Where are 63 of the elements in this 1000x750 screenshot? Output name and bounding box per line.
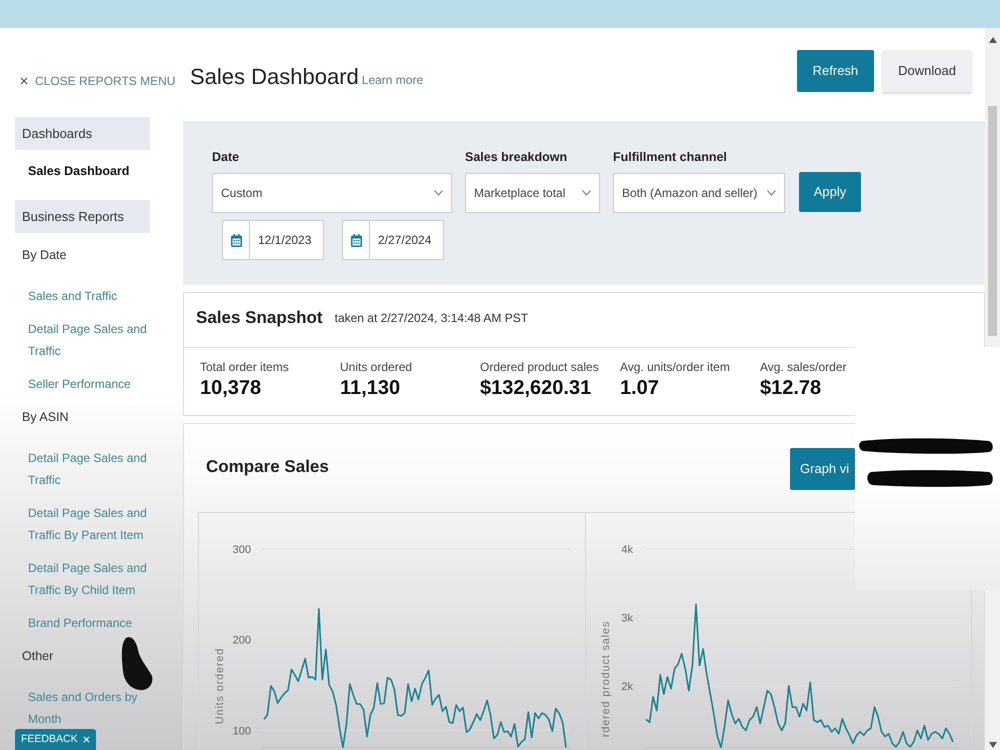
sidebar-group-label: By Date <box>21 247 68 264</box>
graph-view-button[interactable]: Graph vi <box>790 448 855 490</box>
y-tick-label: 4k <box>621 544 633 556</box>
scroll-down-arrow-icon[interactable] <box>988 742 996 748</box>
apply-button[interactable]: Apply <box>799 172 861 212</box>
scrollbar-thumb[interactable] <box>988 106 997 336</box>
stat-value: 10,378 <box>200 376 262 400</box>
sidebar-section-header: Business Reports <box>15 200 150 233</box>
sidebar-link[interactable]: Seller Performance <box>0 373 165 395</box>
sidebar-link[interactable]: Detail Page Sales and Traffic <box>0 318 165 362</box>
field-label: Date <box>212 149 240 166</box>
y-tick-label: 2k <box>621 680 633 693</box>
close-reports-menu-link[interactable]: CLOSE REPORTS MENU <box>20 70 176 92</box>
refresh-button[interactable]: Refresh <box>796 50 874 92</box>
y-axis-title: Units ordered <box>214 648 226 724</box>
download-button[interactable]: Download <box>882 50 972 92</box>
sidebar-section-header: Dashboards <box>15 117 150 150</box>
y-tick-label: 100 <box>232 725 251 738</box>
section-title: Compare Sales <box>205 456 329 478</box>
scroll-up-arrow-icon[interactable] <box>988 37 996 43</box>
page-title: Sales Dashboard <box>190 63 359 91</box>
chevron-down-icon <box>582 190 591 196</box>
end-date-field[interactable]: 2/27/2024 <box>342 220 444 260</box>
y-tick-label: 200 <box>232 634 251 647</box>
fulfillment-channel-select[interactable]: Both (Amazon and seller) <box>613 173 785 213</box>
sidebar-link[interactable]: Detail Page Sales and Traffic By Parent Item <box>0 502 165 546</box>
snapshot-timestamp: taken at 2/27/2024, 3:14:48 AM PST <box>334 310 528 327</box>
learn-more-link[interactable]: Learn more <box>362 71 424 89</box>
stat-label: Avg. sales/order <box>760 359 848 376</box>
close-icon <box>82 736 90 743</box>
sidebar-link[interactable]: Detail Page Sales and Traffic <box>0 447 165 491</box>
stat-label: Total order items <box>200 359 290 376</box>
y-axis-title: rdered product sales <box>600 620 612 738</box>
y-tick-label: 3k <box>621 612 633 624</box>
chevron-down-icon <box>767 190 776 196</box>
calendar-icon[interactable] <box>350 234 362 246</box>
stat-value: $132,620.31 <box>480 376 592 400</box>
calendar-icon[interactable] <box>230 234 242 246</box>
stat-label: Avg. units/order item <box>620 359 731 376</box>
feedback-button[interactable]: FEEDBACK <box>15 729 96 750</box>
field-label: Sales breakdown <box>465 149 568 166</box>
sidebar-link[interactable]: Detail Page Sales and Traffic By Child Item <box>0 557 165 601</box>
sidebar-group-label: By ASIN <box>21 409 70 426</box>
close-icon <box>20 77 28 85</box>
start-date-field[interactable]: 12/1/2023 <box>222 220 324 260</box>
sales-breakdown-select[interactable]: Marketplace total <box>465 173 600 213</box>
stat-value: 1.07 <box>620 376 660 400</box>
scrollbar-track[interactable] <box>985 28 1000 347</box>
sidebar-link[interactable]: Sales Dashboard <box>0 160 165 182</box>
field-label: Fulfillment channel <box>613 149 728 166</box>
stat-label: Units ordered <box>340 359 414 376</box>
section-title: Sales Snapshot <box>196 307 323 330</box>
stat-value: $12.78 <box>760 376 822 400</box>
scrollbar-track[interactable] <box>985 590 1000 750</box>
sidebar-link[interactable]: Sales and Orders by Month <box>0 686 165 730</box>
sidebar-group-label: Other <box>21 648 54 665</box>
date-range-select[interactable]: Custom <box>212 173 452 213</box>
y-tick-label: 300 <box>232 544 251 556</box>
sidebar-link[interactable]: Sales and Traffic <box>0 285 165 307</box>
chevron-down-icon <box>434 190 443 196</box>
stat-value: 11,130 <box>340 376 402 400</box>
stat-label: Ordered product sales <box>480 359 600 376</box>
sidebar-link[interactable]: Brand Performance <box>0 612 165 634</box>
